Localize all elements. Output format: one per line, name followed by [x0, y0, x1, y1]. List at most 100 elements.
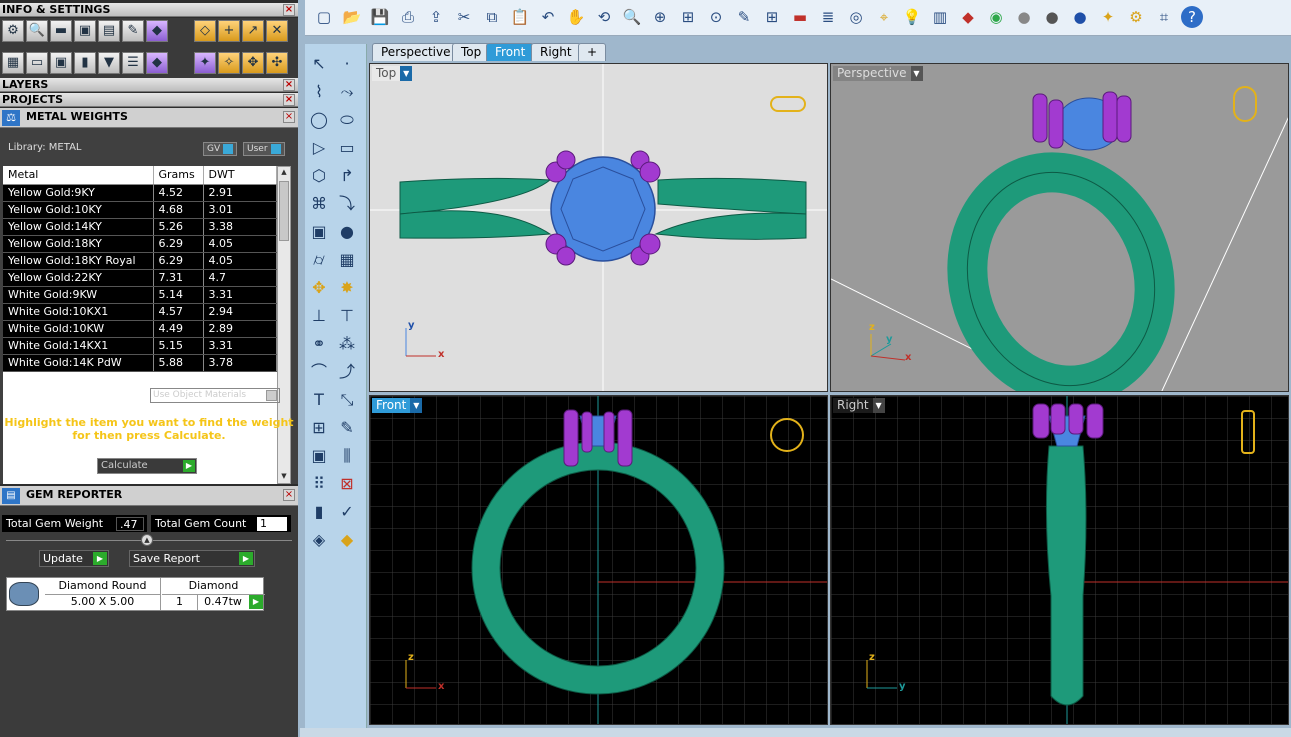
projects-header[interactable]: PROJECTS ×	[0, 93, 298, 107]
column-header-dwt[interactable]: DWT	[203, 166, 277, 185]
info-settings-header[interactable]: INFO & SETTINGS ×	[0, 3, 298, 17]
grid-icon[interactable]: ▦	[2, 52, 24, 74]
gear-icon[interactable]: ⚙	[1125, 6, 1147, 28]
save-report-button[interactable]: Save Report ▶	[129, 550, 255, 567]
layers-header[interactable]: LAYERS ×	[0, 78, 298, 92]
scroll-thumb[interactable]	[279, 181, 289, 241]
shape-icon[interactable]: ◆	[146, 52, 168, 74]
scroll-up-icon[interactable]: ▲	[279, 168, 289, 178]
tab-perspective[interactable]: Perspective	[372, 43, 460, 61]
gv-button[interactable]: GV	[203, 142, 238, 156]
edit-icon[interactable]: ✎	[122, 20, 144, 42]
point-icon[interactable]: ◎	[845, 6, 867, 28]
tab-top[interactable]: Top	[452, 43, 491, 61]
viewport-right[interactable]: Right ▼ z y	[830, 395, 1289, 725]
render-icon[interactable]: ◆	[957, 6, 979, 28]
cluster-icon[interactable]: ✣	[266, 52, 288, 74]
layer-icon[interactable]: ≣	[817, 6, 839, 28]
text-icon[interactable]: T	[307, 388, 331, 412]
solid-icon[interactable]: ▣	[307, 444, 331, 468]
pan-icon[interactable]: ✋	[565, 6, 587, 28]
color-wheel-icon[interactable]: ◉	[985, 6, 1007, 28]
offset-icon[interactable]: ⤴	[335, 360, 359, 384]
viewport-label-perspective[interactable]: Perspective ▼	[833, 66, 923, 81]
list-icon[interactable]: ☰	[122, 52, 144, 74]
tab-add[interactable]: +	[578, 43, 607, 61]
close-icon[interactable]: ×	[283, 94, 295, 106]
prongs-icon[interactable]: ⫼	[335, 444, 359, 468]
table-row[interactable]: Yellow Gold:10KY 4.68 3.01	[3, 201, 277, 219]
table-row[interactable]: White Gold:9KW 5.14 3.31	[3, 286, 277, 304]
close-icon[interactable]: ×	[283, 4, 295, 16]
gem-reporter-header[interactable]: ▤ GEM REPORTER ×	[0, 486, 298, 506]
material-icon[interactable]: ●	[1013, 6, 1035, 28]
search-icon[interactable]: 🔍	[26, 20, 48, 42]
shade-icon[interactable]: ◈	[307, 528, 331, 552]
rectangle-icon[interactable]: ▭	[335, 136, 359, 160]
viewport-label-right[interactable]: Right ▼	[833, 398, 885, 413]
zoom-selected-icon[interactable]: ⊙	[705, 6, 727, 28]
cube-icon[interactable]: ◆	[146, 20, 168, 42]
chevron-down-icon[interactable]: ▼	[872, 398, 885, 413]
gem-list-item[interactable]: Diamond Round 5.00 X 5.00 Diamond 1 0.47…	[6, 577, 265, 611]
table-row[interactable]: Yellow Gold:18KY 6.29 4.05	[3, 235, 277, 253]
ellipse-icon[interactable]: ⬭	[335, 108, 359, 132]
cube-view-icon[interactable]: ▣	[50, 52, 72, 74]
trim-icon[interactable]: ⊥	[307, 304, 331, 328]
fillet-icon[interactable]: ↱	[335, 164, 359, 188]
curve-icon[interactable]: ⤳	[335, 80, 359, 104]
four-view-icon[interactable]: ⊞	[761, 6, 783, 28]
render-preview-icon[interactable]: ◆	[335, 528, 359, 552]
table-row[interactable]: White Gold:10KW 4.49 2.89	[3, 320, 277, 338]
flash-icon[interactable]: ✦	[1097, 6, 1119, 28]
rotate-view-icon[interactable]: ⟲	[593, 6, 615, 28]
copy-icon[interactable]: ⧉	[481, 6, 503, 28]
split-icon[interactable]: ⊤	[335, 304, 359, 328]
close-icon[interactable]: ×	[283, 111, 295, 123]
column-header-grams[interactable]: Grams	[153, 166, 204, 185]
zoom-icon[interactable]: 🔍	[621, 6, 643, 28]
viewport-front[interactable]: Front ▼ z x	[369, 395, 828, 725]
user-button[interactable]: User	[243, 142, 285, 156]
document-icon[interactable]: ▤	[98, 20, 120, 42]
gem-add-icon[interactable]: +	[218, 20, 240, 42]
explode-icon[interactable]: ✸	[335, 276, 359, 300]
options-icon[interactable]: ⌗	[1153, 6, 1175, 28]
viewport-perspective[interactable]: Perspective ▼ z y x	[830, 63, 1289, 392]
update-button[interactable]: Update ▶	[39, 550, 109, 567]
grid-array-icon[interactable]: ⠿	[307, 472, 331, 496]
point-icon[interactable]: ·	[335, 52, 359, 76]
scroll-down-icon[interactable]: ▼	[279, 472, 289, 482]
filter-icon[interactable]: ▼	[98, 52, 120, 74]
box-icon[interactable]: ▣	[307, 220, 331, 244]
transform-icon[interactable]: ✥	[307, 276, 331, 300]
gem-export-icon[interactable]: ↗	[242, 20, 264, 42]
open-icon[interactable]: 📂	[341, 6, 363, 28]
polygon-icon[interactable]: ⬡	[307, 164, 331, 188]
undo-icon[interactable]: ↶	[537, 6, 559, 28]
chevron-down-icon[interactable]: ▼	[910, 66, 923, 81]
monitor-icon[interactable]: ▭	[26, 52, 48, 74]
select-arrow-icon[interactable]: ↖	[307, 52, 331, 76]
diamond-tool-icon[interactable]: ◇	[194, 20, 216, 42]
sphere-icon[interactable]: ●	[1069, 6, 1091, 28]
help-icon[interactable]: ?	[1181, 6, 1203, 28]
checkbox-icon[interactable]	[266, 390, 277, 401]
column-header-metal[interactable]: Metal	[3, 166, 154, 185]
extrude-icon[interactable]: ▮	[307, 500, 331, 524]
setting-icon[interactable]: ✧	[218, 52, 240, 74]
settings-gear-icon[interactable]: ⚙	[2, 20, 24, 42]
new-icon[interactable]: ▢	[313, 6, 335, 28]
table-row[interactable]: Yellow Gold:9KY 4.52 2.91	[3, 184, 277, 202]
table-row[interactable]: White Gold:14KX1 5.15 3.31	[3, 337, 277, 355]
zoom-window-icon[interactable]: ⊕	[649, 6, 671, 28]
import-icon[interactable]: ⇪	[425, 6, 447, 28]
play-icon[interactable]: ▶	[249, 595, 263, 609]
table-row[interactable]: White Gold:14K PdW 5.88 3.78	[3, 354, 277, 372]
viewport-label-front[interactable]: Front ▼	[372, 398, 423, 413]
paste-icon[interactable]: 📋	[509, 6, 531, 28]
save-icon[interactable]: 💾	[369, 6, 391, 28]
scale-icon[interactable]: ⤡	[335, 388, 359, 412]
car-icon[interactable]: ▬	[50, 20, 72, 42]
viewport-label-top[interactable]: Top ▼	[372, 66, 413, 81]
